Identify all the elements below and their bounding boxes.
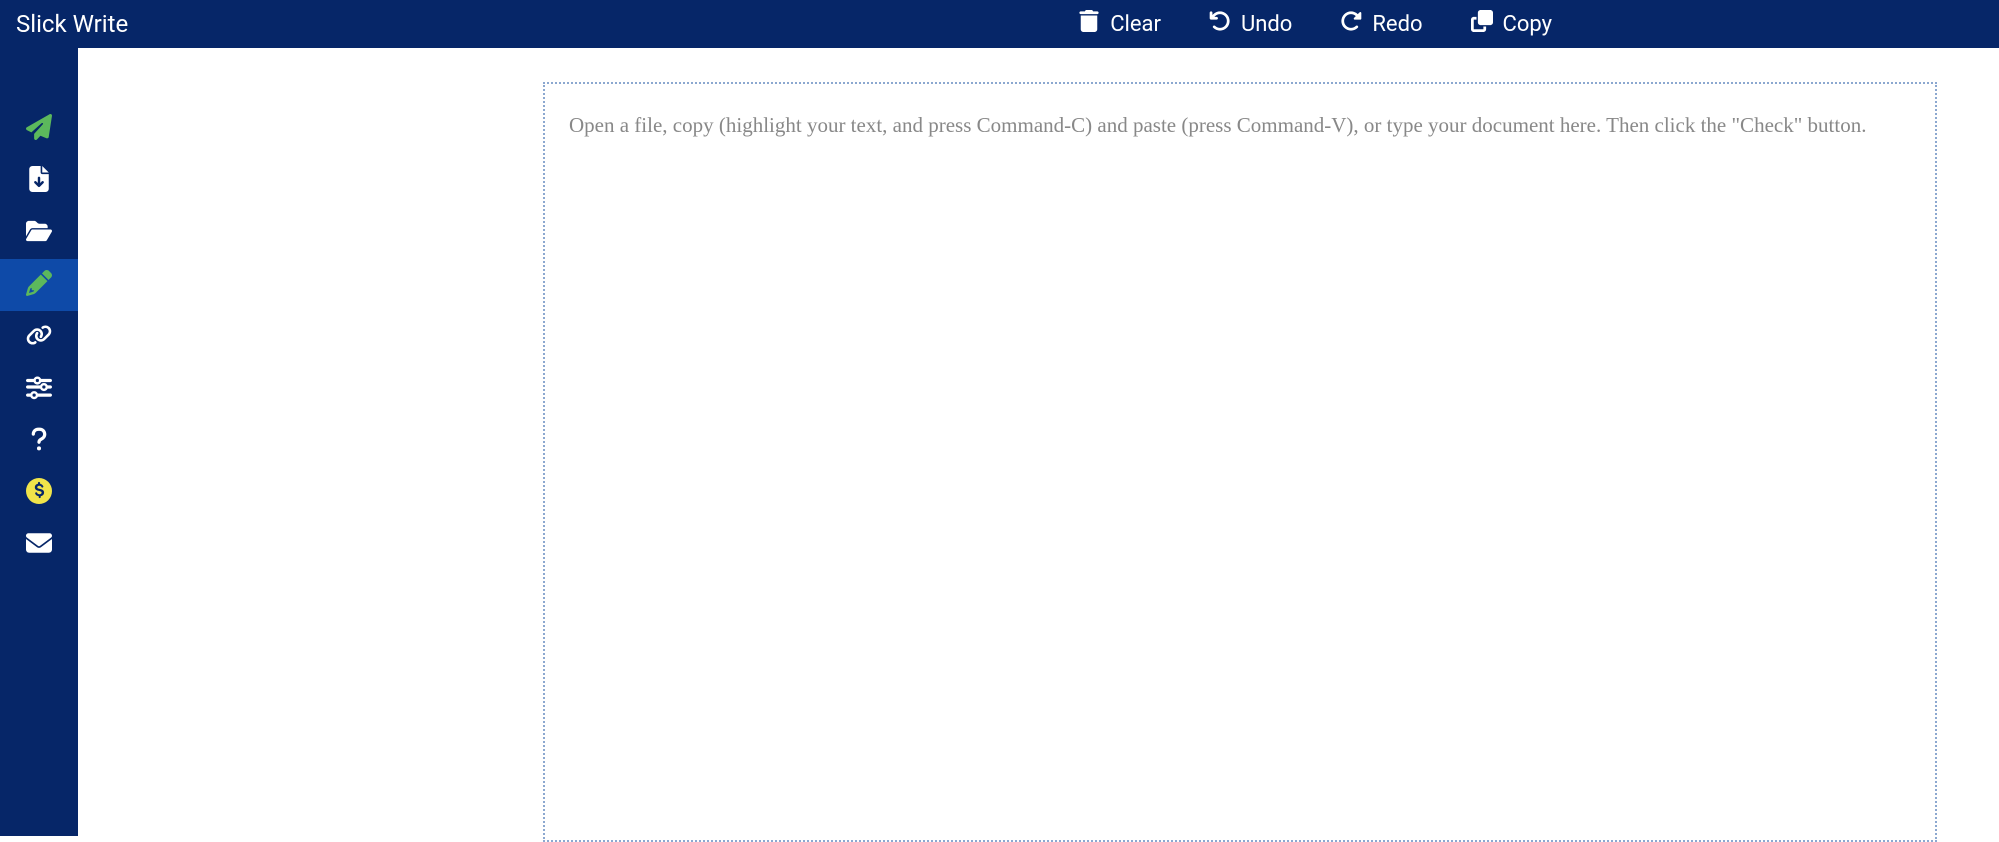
undo-label: Undo (1241, 12, 1292, 37)
header: Slick Write Clear Undo Redo Copy (0, 0, 1999, 48)
copy-icon (1471, 10, 1493, 38)
file-download-icon (26, 166, 52, 196)
folder-open-icon (26, 218, 52, 248)
undo-button[interactable]: Undo (1209, 10, 1292, 38)
main-content: Open a file, copy (highlight your text, … (78, 48, 1999, 836)
sidebar (0, 48, 78, 836)
clear-label: Clear (1110, 12, 1161, 37)
toolbar: Clear Undo Redo Copy (1078, 10, 1552, 38)
envelope-icon (26, 530, 52, 560)
layout: Open a file, copy (highlight your text, … (0, 48, 1999, 836)
sidebar-item-check[interactable] (0, 103, 78, 155)
dollar-circle-icon (26, 478, 52, 508)
clear-button[interactable]: Clear (1078, 10, 1161, 38)
brand-title: Slick Write (16, 10, 128, 38)
sidebar-item-open[interactable] (0, 207, 78, 259)
copy-label: Copy (1503, 12, 1553, 37)
sliders-icon (26, 374, 52, 404)
question-icon (26, 426, 52, 456)
pencil-icon (26, 270, 52, 300)
link-icon (26, 322, 52, 352)
sidebar-item-link[interactable] (0, 311, 78, 363)
sidebar-item-help[interactable] (0, 415, 78, 467)
redo-button[interactable]: Redo (1340, 10, 1422, 38)
redo-label: Redo (1372, 12, 1422, 37)
document-editor[interactable]: Open a file, copy (highlight your text, … (543, 82, 1937, 842)
sidebar-item-donate[interactable] (0, 467, 78, 519)
trash-icon (1078, 10, 1100, 38)
paper-plane-icon (26, 114, 52, 144)
sidebar-item-edit[interactable] (0, 259, 78, 311)
sidebar-item-settings[interactable] (0, 363, 78, 415)
sidebar-item-contact[interactable] (0, 519, 78, 571)
copy-button[interactable]: Copy (1471, 10, 1553, 38)
sidebar-item-file[interactable] (0, 155, 78, 207)
undo-icon (1209, 10, 1231, 38)
redo-icon (1340, 10, 1362, 38)
